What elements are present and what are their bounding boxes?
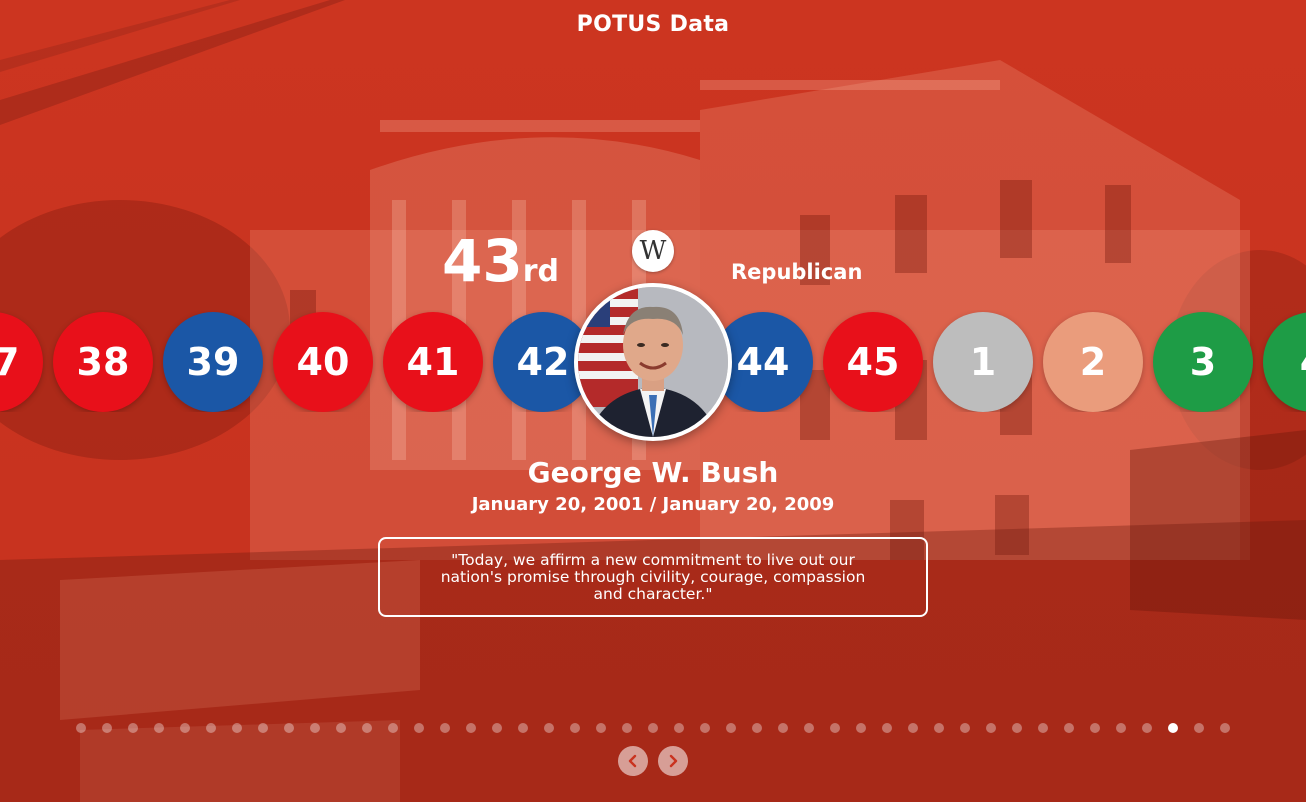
president-circle[interactable]: 38 [53,312,153,412]
wikipedia-icon: W [639,236,667,266]
term-dates: January 20, 2001 / January 20, 2009 [471,494,835,515]
ordinal-suffix: rd [522,254,559,289]
pagination-dot[interactable] [934,723,944,733]
pagination-dot[interactable] [284,723,294,733]
pagination-dot[interactable] [1012,723,1022,733]
pagination-dot[interactable] [726,723,736,733]
party-label: Republican [731,260,863,284]
pagination-dot[interactable] [830,723,840,733]
pagination-dot[interactable] [76,723,86,733]
president-circle[interactable]: 37 [0,312,43,412]
pagination-dot[interactable] [232,723,242,733]
pagination-dot[interactable] [622,723,632,733]
chevron-right-icon [669,754,678,768]
pagination-dot[interactable] [596,723,606,733]
pagination-dot[interactable] [674,723,684,733]
pagination-dot[interactable] [804,723,814,733]
pagination-dot[interactable] [1090,723,1100,733]
pagination-dot[interactable] [492,723,502,733]
pagination-dot[interactable] [882,723,892,733]
pagination-dot[interactable] [258,723,268,733]
president-name: George W. Bush [527,456,779,489]
pagination-dot[interactable] [1168,723,1178,733]
pagination-dot[interactable] [388,723,398,733]
president-circle[interactable]: 41 [383,312,483,412]
pagination-dot[interactable] [206,723,216,733]
pagination-dot[interactable] [310,723,320,733]
next-button[interactable] [658,746,688,776]
pagination-dot[interactable] [700,723,710,733]
pagination-dot[interactable] [752,723,762,733]
pagination-dot[interactable] [1142,723,1152,733]
president-circle[interactable]: 40 [273,312,373,412]
pagination-dot[interactable] [648,723,658,733]
president-circle[interactable]: 1 [933,312,1033,412]
president-circle[interactable]: 4 [1263,312,1306,412]
pagination-dot[interactable] [362,723,372,733]
pagination-dot[interactable] [544,723,554,733]
pagination-dot[interactable] [102,723,112,733]
portrait-illustration [578,287,728,437]
pagination-dot[interactable] [856,723,866,733]
president-circle[interactable]: 3 [1153,312,1253,412]
pagination-dot[interactable] [466,723,476,733]
president-portrait [574,283,732,441]
quote-text: "Today, we affirm a new commitment to li… [440,550,866,603]
ordinal-number: 43 [442,227,523,295]
president-circle[interactable]: 45 [823,312,923,412]
pagination-dot[interactable] [908,723,918,733]
pagination-dot[interactable] [570,723,580,733]
pagination-dot[interactable] [180,723,190,733]
chevron-left-icon [628,754,637,768]
pagination-dot[interactable] [128,723,138,733]
pagination-dot[interactable] [336,723,346,733]
president-ordinal: 43rd [442,232,559,290]
president-circle[interactable]: 39 [163,312,263,412]
pagination-dot[interactable] [778,723,788,733]
prev-button[interactable] [618,746,648,776]
pagination-dot[interactable] [1116,723,1126,733]
pagination-dot[interactable] [960,723,970,733]
pagination-dot[interactable] [154,723,164,733]
quote-box: "Today, we affirm a new commitment to li… [378,537,928,617]
page-title: POTUS Data [576,12,730,37]
pagination-dot[interactable] [518,723,528,733]
pagination-dot[interactable] [1038,723,1048,733]
pagination-dot[interactable] [414,723,424,733]
pagination-dot[interactable] [1220,723,1230,733]
pagination-dot[interactable] [440,723,450,733]
pagination-dot[interactable] [986,723,996,733]
wikipedia-button[interactable]: W [632,230,674,272]
pagination-dot[interactable] [1194,723,1204,733]
president-circle[interactable]: 2 [1043,312,1143,412]
pagination-dot[interactable] [1064,723,1074,733]
